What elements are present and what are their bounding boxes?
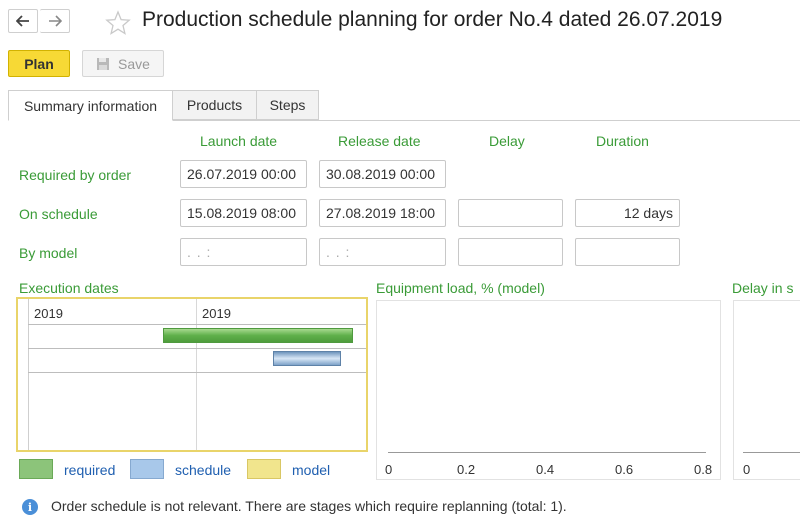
favorite-star-icon[interactable] [105, 10, 131, 39]
tab-products[interactable]: Products [172, 90, 257, 120]
model-launch-date-field[interactable]: . . : [180, 238, 307, 266]
gantt-row-line [28, 372, 366, 373]
equipment-load-tick: 0.4 [536, 462, 555, 477]
column-delay: Delay [489, 133, 525, 149]
model-release-date-field[interactable]: . . : [319, 238, 446, 266]
info-icon: i [22, 499, 38, 515]
equipment-load-tick: 0.6 [615, 462, 634, 477]
legend-label-required: required [64, 462, 116, 478]
gantt-left-border [28, 299, 29, 450]
gantt-bar-required[interactable] [163, 328, 353, 343]
gantt-period-left: 2019 [34, 306, 63, 321]
tab-summary-information[interactable]: Summary information [8, 90, 173, 121]
delay-x-axis [743, 452, 800, 453]
delay-chart [733, 300, 800, 480]
legend-swatch-required [19, 459, 53, 479]
model-delay-field[interactable] [458, 238, 563, 266]
required-launch-date-field[interactable]: 26.07.2019 00:00 [180, 160, 307, 188]
column-release-date: Release date [338, 133, 421, 149]
row-label-on-schedule: On schedule [19, 206, 98, 222]
delay-tick: 0 [743, 462, 751, 477]
gantt-bar-schedule[interactable] [273, 351, 341, 366]
schedule-duration-field[interactable]: 12 days [575, 199, 680, 227]
info-message-bar: i Order schedule is not relevant. There … [22, 498, 567, 515]
equipment-load-chart [376, 300, 721, 480]
execution-dates-gantt[interactable]: 2019 2019 [16, 297, 368, 452]
legend-swatch-model [247, 459, 281, 479]
column-duration: Duration [596, 133, 649, 149]
schedule-delay-field[interactable] [458, 199, 563, 227]
arrow-right-icon [48, 15, 62, 27]
equipment-load-tick: 0 [385, 462, 393, 477]
gantt-period-right: 2019 [202, 306, 231, 321]
tab-steps[interactable]: Steps [256, 90, 319, 120]
gantt-divider [196, 299, 197, 450]
gantt-row-line [28, 348, 366, 349]
forward-button[interactable] [40, 9, 70, 33]
plan-button[interactable]: Plan [8, 50, 70, 77]
row-label-required-by-order: Required by order [19, 167, 132, 183]
required-release-date-field[interactable]: 30.08.2019 00:00 [319, 160, 446, 188]
legend-swatch-schedule [130, 459, 164, 479]
save-label: Save [118, 55, 150, 72]
schedule-launch-date-field[interactable]: 15.08.2019 08:00 [180, 199, 307, 227]
equipment-load-tick: 0.8 [694, 462, 713, 477]
equipment-load-title: Equipment load, % (model) [376, 280, 545, 296]
legend-label-model: model [292, 462, 331, 478]
page-title: Production schedule planning for order N… [142, 8, 723, 31]
column-launch-date: Launch date [200, 133, 278, 149]
arrow-left-icon [16, 15, 29, 27]
info-message: Order schedule is not relevant. There ar… [51, 498, 567, 514]
schedule-release-date-field[interactable]: 27.08.2019 18:00 [319, 199, 446, 227]
floppy-disk-icon [97, 57, 110, 70]
row-label-by-model: By model [19, 245, 78, 261]
back-button[interactable] [8, 9, 38, 33]
gantt-header-line [28, 324, 366, 325]
equipment-load-tick: 0.2 [457, 462, 476, 477]
execution-dates-title: Execution dates [19, 280, 119, 296]
delay-panel-title: Delay in s [732, 280, 794, 296]
model-duration-field[interactable] [575, 238, 680, 266]
legend-label-schedule: schedule [175, 462, 232, 478]
save-button[interactable]: Save [82, 50, 164, 77]
equipment-load-x-axis [388, 452, 706, 453]
